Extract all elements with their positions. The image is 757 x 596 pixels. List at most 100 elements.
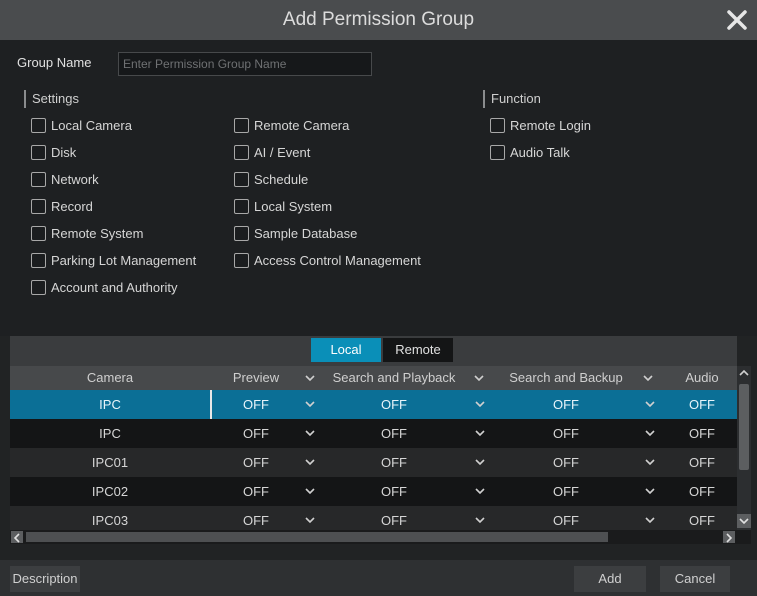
chevron-down-icon[interactable]: [643, 506, 657, 530]
horizontal-scroll-thumb[interactable]: [26, 532, 608, 542]
checkbox-box[interactable]: [234, 117, 249, 133]
cell-search-and-backup[interactable]: OFF: [492, 419, 640, 448]
checkbox-label: Local Camera: [51, 117, 132, 133]
table-row[interactable]: IPC02 OFF OFF OFF OFF: [10, 477, 737, 506]
checkbox-box[interactable]: [31, 198, 46, 214]
checkbox-label: Schedule: [254, 171, 309, 187]
close-icon[interactable]: [723, 6, 751, 34]
group-name-label: Group Name: [17, 55, 92, 70]
chevron-down-icon[interactable]: [643, 477, 657, 506]
tab-local[interactable]: Local: [311, 338, 381, 362]
chevron-down-icon[interactable]: [303, 419, 317, 448]
chevron-down-icon[interactable]: [302, 366, 318, 390]
checkbox-box[interactable]: [234, 225, 249, 241]
checkbox-network[interactable]: Network: [31, 170, 99, 188]
checkbox-box[interactable]: [31, 117, 46, 133]
checkbox-box[interactable]: [31, 279, 46, 295]
cell-search-and-playback[interactable]: OFF: [322, 390, 466, 419]
chevron-down-icon[interactable]: [303, 390, 317, 419]
cell-camera: IPC02: [91, 484, 129, 499]
cell-audio[interactable]: OFF: [666, 477, 737, 506]
chevron-down-icon[interactable]: [643, 419, 657, 448]
cell-preview[interactable]: OFF: [210, 477, 302, 506]
chevron-down-icon[interactable]: [473, 419, 487, 448]
scroll-left-icon[interactable]: [11, 531, 23, 543]
cell-search-and-playback[interactable]: OFF: [322, 448, 466, 477]
checkbox-access-control-management[interactable]: Access Control Management: [234, 251, 421, 269]
cell-audio[interactable]: OFF: [666, 448, 737, 477]
vertical-scroll-thumb[interactable]: [739, 384, 749, 470]
scroll-up-icon[interactable]: [737, 366, 751, 380]
checkbox-schedule[interactable]: Schedule: [234, 170, 308, 188]
chevron-down-icon[interactable]: [473, 506, 487, 530]
scroll-down-icon[interactable]: [737, 514, 751, 528]
checkbox-remote-camera[interactable]: Remote Camera: [234, 116, 349, 134]
chevron-down-icon[interactable]: [471, 366, 487, 390]
description-button[interactable]: Description: [10, 566, 80, 592]
cell-preview[interactable]: OFF: [210, 506, 302, 530]
column-header-camera: Camera: [86, 370, 134, 385]
table-row[interactable]: IPC03 OFF OFF OFF OFF: [10, 506, 737, 530]
chevron-down-icon[interactable]: [643, 390, 657, 419]
camera-permission-table: Camera Preview Search and Playback Searc…: [10, 366, 737, 530]
function-section-title: Function: [483, 90, 541, 108]
chevron-down-icon[interactable]: [640, 366, 656, 390]
checkbox-box[interactable]: [234, 171, 249, 187]
cell-preview[interactable]: OFF: [210, 448, 302, 477]
cell-search-and-backup[interactable]: OFF: [492, 390, 640, 419]
chevron-down-icon[interactable]: [473, 477, 487, 506]
tab-remote[interactable]: Remote: [383, 338, 453, 362]
checkbox-sample-database[interactable]: Sample Database: [234, 224, 357, 242]
checkbox-label: Account and Authority: [51, 279, 178, 295]
checkbox-box[interactable]: [31, 225, 46, 241]
cell-search-and-backup[interactable]: OFF: [492, 506, 640, 530]
checkbox-ai-event[interactable]: AI / Event: [234, 143, 310, 161]
cell-camera: IPC: [99, 426, 121, 441]
checkbox-box[interactable]: [490, 117, 505, 133]
cell-preview[interactable]: OFF: [210, 419, 302, 448]
cell-search-and-backup[interactable]: OFF: [492, 477, 640, 506]
checkbox-audio-talk[interactable]: Audio Talk: [490, 143, 570, 161]
cell-search-and-playback[interactable]: OFF: [322, 506, 466, 530]
checkbox-disk[interactable]: Disk: [31, 143, 76, 161]
checkbox-label: Remote Login: [510, 117, 591, 133]
checkbox-local-camera[interactable]: Local Camera: [31, 116, 132, 134]
checkbox-box[interactable]: [31, 252, 46, 268]
add-permission-group-dialog: Add Permission Group Group Name Settings…: [0, 0, 757, 596]
chevron-down-icon[interactable]: [303, 506, 317, 530]
cancel-button[interactable]: Cancel: [660, 566, 730, 592]
cell-search-and-playback[interactable]: OFF: [322, 419, 466, 448]
cell-search-and-playback[interactable]: OFF: [322, 477, 466, 506]
checkbox-label: Access Control Management: [254, 252, 421, 268]
chevron-down-icon[interactable]: [303, 448, 317, 477]
column-header-audio: Audio: [685, 370, 719, 385]
table-row[interactable]: IPC OFF OFF OFF OFF: [10, 419, 737, 448]
checkbox-box[interactable]: [234, 252, 249, 268]
checkbox-record[interactable]: Record: [31, 197, 93, 215]
group-name-input[interactable]: [118, 52, 372, 76]
add-button[interactable]: Add: [574, 566, 646, 592]
checkbox-box[interactable]: [234, 198, 249, 214]
table-row[interactable]: IPC OFF OFF OFF OFF: [10, 390, 737, 419]
checkbox-remote-system[interactable]: Remote System: [31, 224, 143, 242]
cell-preview[interactable]: OFF: [210, 390, 302, 419]
scroll-right-icon[interactable]: [723, 531, 735, 543]
chevron-down-icon[interactable]: [643, 448, 657, 477]
chevron-down-icon[interactable]: [473, 448, 487, 477]
checkbox-box[interactable]: [31, 144, 46, 160]
checkbox-local-system[interactable]: Local System: [234, 197, 332, 215]
checkbox-box[interactable]: [490, 144, 505, 160]
checkbox-box[interactable]: [234, 144, 249, 160]
cell-audio[interactable]: OFF: [666, 419, 737, 448]
checkbox-remote-login[interactable]: Remote Login: [490, 116, 591, 134]
checkbox-parking-lot-management[interactable]: Parking Lot Management: [31, 251, 196, 269]
cell-audio[interactable]: OFF: [666, 390, 737, 419]
table-row[interactable]: IPC01 OFF OFF OFF OFF: [10, 448, 737, 477]
cell-search-and-backup[interactable]: OFF: [492, 448, 640, 477]
chevron-down-icon[interactable]: [303, 477, 317, 506]
checkbox-label: Record: [51, 198, 93, 214]
chevron-down-icon[interactable]: [473, 390, 487, 419]
checkbox-account-and-authority[interactable]: Account and Authority: [31, 278, 177, 296]
checkbox-box[interactable]: [31, 171, 46, 187]
cell-audio[interactable]: OFF: [666, 506, 737, 530]
